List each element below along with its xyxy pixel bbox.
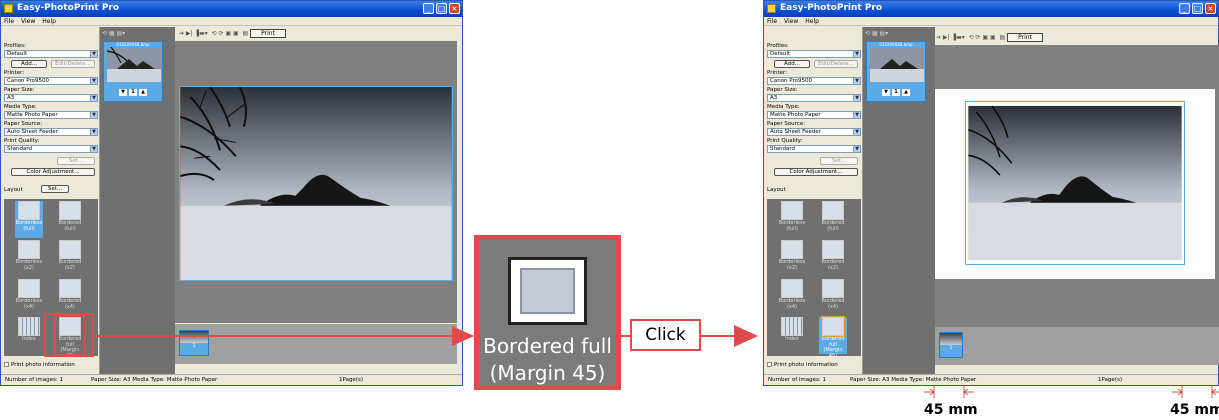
chevron-down-icon: ▼ (853, 112, 860, 118)
thumbnail-toolbar: ⟲ ▦ ▤▾ (865, 30, 889, 37)
paper-source-select[interactable]: Auto Sheet Feeder ▼ (767, 128, 861, 136)
thumbnail-image (870, 47, 924, 82)
media-type-label: Media Type: (767, 104, 800, 110)
margin-label-right: 45 mm (1170, 402, 1219, 418)
title-bar: Easy-PhotoPrint Pro _ □ × (764, 1, 1218, 17)
edit-delete-button[interactable]: Edit/Delete... (814, 60, 858, 68)
copies-control[interactable]: ▼ 1 ▲ (867, 89, 925, 96)
layout-bordered-x2[interactable]: Bordered (x2) (819, 240, 847, 277)
color-adjustment-button[interactable]: Color Adjustment... (774, 168, 858, 176)
layout-index[interactable]: Index (778, 317, 806, 354)
chevron-down-icon: ▼ (853, 146, 860, 152)
layout-borderless-full[interactable]: Borderless (full) (778, 201, 806, 238)
media-type-select[interactable]: Matte Photo Paper ▼ (767, 111, 861, 119)
chevron-down-icon: ▼ (853, 129, 860, 135)
menu-view[interactable]: View (784, 18, 798, 25)
thumbnail-card[interactable]: 010209048.bmp ▼ 1 ▲ (866, 41, 926, 102)
thumbnail-column: ⟲ ▦ ▤▾ 010209048.bmp ▼ 1 ▲ (863, 27, 935, 374)
chevron-down-icon: ▼ (853, 78, 860, 84)
layout-gallery: Borderless (full) Bordered (full) Borderle… (767, 199, 861, 358)
layout-thumbnail-icon (822, 279, 844, 298)
layout-bordered-x4[interactable]: Bordered (x4) (819, 279, 847, 316)
margin-label-left: 45 mm (924, 402, 978, 418)
filmstrip-item[interactable]: 1 (939, 332, 963, 358)
print-quality-select[interactable]: Standard ▼ (767, 145, 861, 153)
layout-thumbnail-icon (781, 317, 803, 336)
layout-thumbnail-icon (822, 240, 844, 259)
layout-thumbnail-icon (781, 240, 803, 259)
print-quality-label: Print Quality: (767, 138, 803, 144)
layout-borderless-x2[interactable]: Borderless (x2) (778, 240, 806, 277)
settings-panel: Profiles: Default ▼ Add... Edit/Delete...… (764, 27, 863, 374)
profiles-select[interactable]: Default ▼ (767, 50, 861, 58)
preview-photo[interactable] (965, 101, 1185, 265)
zoom-label-line1: Bordered full (483, 334, 612, 358)
layout-thumbnail-icon (822, 201, 844, 220)
app-icon (767, 4, 776, 13)
chevron-down-icon: ▼ (853, 95, 860, 101)
menu-file[interactable]: File (767, 18, 777, 25)
status-images: Number of images: 1 (768, 377, 826, 383)
layout-label: Layout (767, 187, 786, 193)
zoom-label-line2: (Margin 45) (489, 361, 606, 385)
filmstrip: 1 (935, 327, 1219, 365)
menu-help[interactable]: Help (805, 18, 819, 25)
layout-bordered-full-margin45[interactable]: Bordered full (Margin 45) (819, 316, 847, 358)
layout-thumbnail-icon (781, 201, 803, 220)
layout-bordered-full[interactable]: Bordered (full) (819, 201, 847, 238)
layout-thumbnail-icon (781, 279, 803, 298)
maximize-button[interactable]: □ (1192, 3, 1203, 14)
zoom-callout: Bordered full (Margin 45) (474, 235, 621, 390)
window-title: Easy-PhotoPrint Pro (780, 3, 883, 13)
close-button[interactable]: × (1205, 3, 1216, 14)
status-bar: Number of images: 1 Paper Size: A3 Media… (764, 374, 1218, 385)
bordered-full-icon (508, 257, 587, 325)
layout-borderless-x4[interactable]: Borderless (x4) (778, 279, 806, 316)
quality-set-button[interactable]: Set... (820, 157, 858, 165)
paper-size-label: Paper Size: (767, 87, 798, 93)
paper-size-select[interactable]: A3 ▼ (767, 94, 861, 102)
paper-source-label: Paper Source: (767, 121, 806, 127)
print-button[interactable]: Print (1007, 33, 1043, 42)
chevron-down-icon: ▼ (853, 51, 860, 57)
status-paper: Paper Size: A3 Media Type: Matte Photo P… (850, 377, 977, 383)
printer-select[interactable]: Canon Pro9500 ▼ (767, 77, 861, 85)
print-photo-info-checkbox[interactable]: Print photo information (767, 362, 838, 368)
preview-area (935, 45, 1219, 327)
printer-label: Printer: (767, 70, 788, 76)
profiles-label: Profiles: (767, 43, 789, 49)
status-pages: 1Page(s) (1098, 377, 1122, 383)
add-button[interactable]: Add... (774, 60, 810, 68)
layout-thumbnail-icon (821, 316, 845, 337)
click-instruction: Click (630, 319, 701, 351)
minimize-button[interactable]: _ (1179, 3, 1190, 14)
app-window-after: Easy-PhotoPrint Pro _ □ × File View Help P… (763, 0, 1219, 386)
main-toolbar: ➔ ▶| ▐▬▾ ⟲ ⟳ ▣ ▣ ▤ Print (936, 32, 1043, 44)
menu-bar: File View Help (764, 17, 1218, 26)
